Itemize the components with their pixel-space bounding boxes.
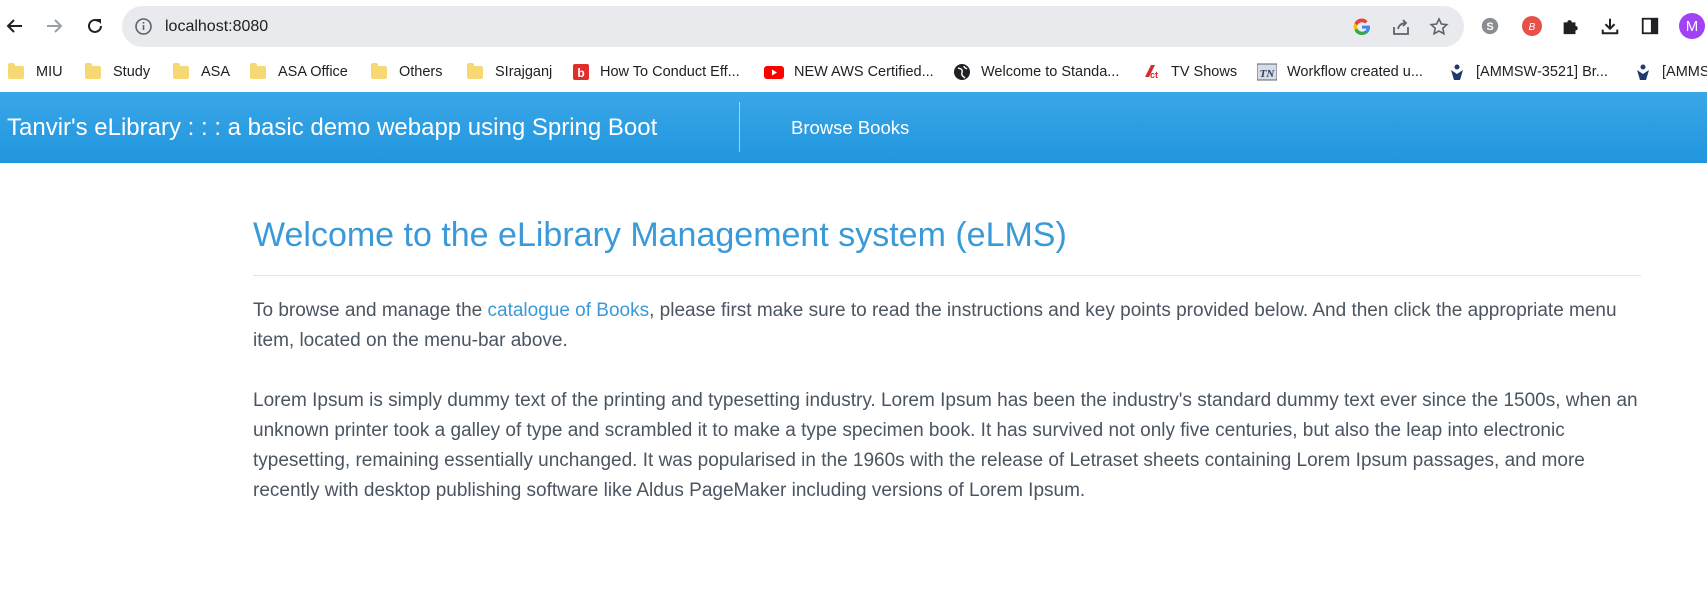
bookmark-how-to-conduct[interactable]: b How To Conduct Eff... bbox=[572, 60, 740, 84]
bookmarks-bar: MIU Study ASA ASA Office Others SIrajgan… bbox=[0, 52, 1707, 92]
bookmark-star-icon[interactable] bbox=[1428, 16, 1450, 38]
side-panel-icon[interactable] bbox=[1638, 14, 1662, 38]
bookmark-study[interactable]: Study bbox=[85, 60, 150, 84]
url-text: localhost:8080 bbox=[165, 18, 269, 35]
svg-text:S: S bbox=[1486, 21, 1493, 33]
profile-avatar[interactable]: M bbox=[1679, 13, 1705, 39]
browser-toolbar: localhost:8080 S B M bbox=[0, 0, 1707, 52]
forward-button[interactable] bbox=[39, 11, 69, 41]
skype-extension-icon[interactable]: S bbox=[1478, 14, 1502, 38]
bookmark-label: [AMMSW-3521] Br... bbox=[1476, 64, 1608, 80]
bookmark-label: NEW AWS Certified... bbox=[794, 64, 934, 80]
page-title: Welcome to the eLibrary Management syste… bbox=[253, 216, 1067, 254]
bookmark-label: TV Shows bbox=[1171, 64, 1238, 80]
bookmark-label: Others bbox=[399, 64, 443, 80]
svg-text:TN: TN bbox=[1260, 68, 1276, 80]
svg-text:b: b bbox=[577, 66, 584, 80]
intro-text-before: To browse and manage the bbox=[253, 300, 488, 321]
app-navbar: Tanvir's eLibrary : : : a basic demo web… bbox=[0, 92, 1707, 163]
intro-paragraph: To browse and manage the catalogue of Bo… bbox=[253, 296, 1641, 356]
folder-icon bbox=[371, 62, 389, 81]
bitly-extension-icon[interactable]: B bbox=[1520, 14, 1544, 38]
reload-icon bbox=[88, 18, 102, 33]
bitly-icon: b bbox=[573, 64, 589, 80]
jira-icon bbox=[1637, 64, 1649, 80]
folder-icon bbox=[250, 62, 268, 81]
bookmark-asa[interactable]: ASA bbox=[173, 60, 230, 84]
catalogue-of-books-link[interactable]: catalogue of Books bbox=[488, 300, 650, 321]
folder-icon bbox=[85, 62, 103, 81]
globe-icon bbox=[954, 64, 970, 80]
download-icon[interactable] bbox=[1598, 14, 1622, 38]
forward-arrow-icon bbox=[47, 19, 63, 33]
brand-title[interactable]: Tanvir's eLibrary : : : a basic demo web… bbox=[7, 114, 657, 142]
tv-shows-icon: ct bbox=[1145, 65, 1158, 80]
bookmark-label: How To Conduct Eff... bbox=[600, 64, 740, 80]
jira-icon bbox=[1451, 64, 1463, 80]
bookmark-sirajganj[interactable]: SIrajganj bbox=[467, 60, 552, 84]
folder-icon bbox=[467, 62, 485, 81]
bookmark-label: ASA bbox=[201, 64, 231, 80]
navbar-divider bbox=[739, 102, 740, 152]
google-icon[interactable] bbox=[1351, 16, 1373, 38]
bookmark-label: Welcome to Standa... bbox=[981, 64, 1120, 80]
youtube-icon bbox=[764, 66, 784, 79]
share-icon[interactable] bbox=[1390, 16, 1412, 38]
extensions-puzzle-icon[interactable] bbox=[1558, 14, 1582, 38]
reload-button[interactable] bbox=[80, 11, 110, 41]
bookmark-label: SIrajganj bbox=[495, 64, 553, 80]
bookmark-label: ASA Office bbox=[278, 64, 348, 80]
site-info-icon[interactable] bbox=[134, 17, 153, 36]
tn-icon: TN bbox=[1257, 63, 1277, 81]
bookmark-amms[interactable]: [AMMS bbox=[1634, 60, 1707, 84]
bookmark-asa-office[interactable]: ASA Office bbox=[250, 60, 348, 84]
address-bar[interactable]: localhost:8080 bbox=[122, 6, 1464, 47]
lorem-paragraph: Lorem Ipsum is simply dummy text of the … bbox=[253, 390, 1638, 501]
bookmark-miu[interactable]: MIU bbox=[8, 60, 63, 84]
back-button[interactable] bbox=[0, 11, 30, 41]
bookmark-welcome-standa[interactable]: Welcome to Standa... bbox=[953, 60, 1119, 84]
folder-icon bbox=[8, 62, 26, 81]
bookmark-aws-certified[interactable]: NEW AWS Certified... bbox=[764, 60, 934, 84]
bookmark-others[interactable]: Others bbox=[371, 60, 443, 84]
bookmark-workflow[interactable]: TN Workflow created u... bbox=[1257, 60, 1423, 84]
bookmark-label: Study bbox=[113, 64, 151, 80]
browse-books-link[interactable]: Browse Books bbox=[791, 117, 909, 139]
title-divider bbox=[253, 275, 1641, 276]
bookmark-label: MIU bbox=[36, 64, 63, 80]
bookmark-label: [AMMS bbox=[1662, 64, 1707, 80]
back-arrow-icon bbox=[6, 19, 22, 33]
bookmark-label: Workflow created u... bbox=[1287, 64, 1423, 80]
folder-icon bbox=[173, 62, 191, 81]
bookmark-tv-shows[interactable]: ct TV Shows bbox=[1143, 60, 1237, 84]
svg-text:ct: ct bbox=[1150, 70, 1158, 80]
bookmark-ammsw-3521[interactable]: [AMMSW-3521] Br... bbox=[1448, 60, 1608, 84]
svg-text:B: B bbox=[1529, 22, 1536, 33]
